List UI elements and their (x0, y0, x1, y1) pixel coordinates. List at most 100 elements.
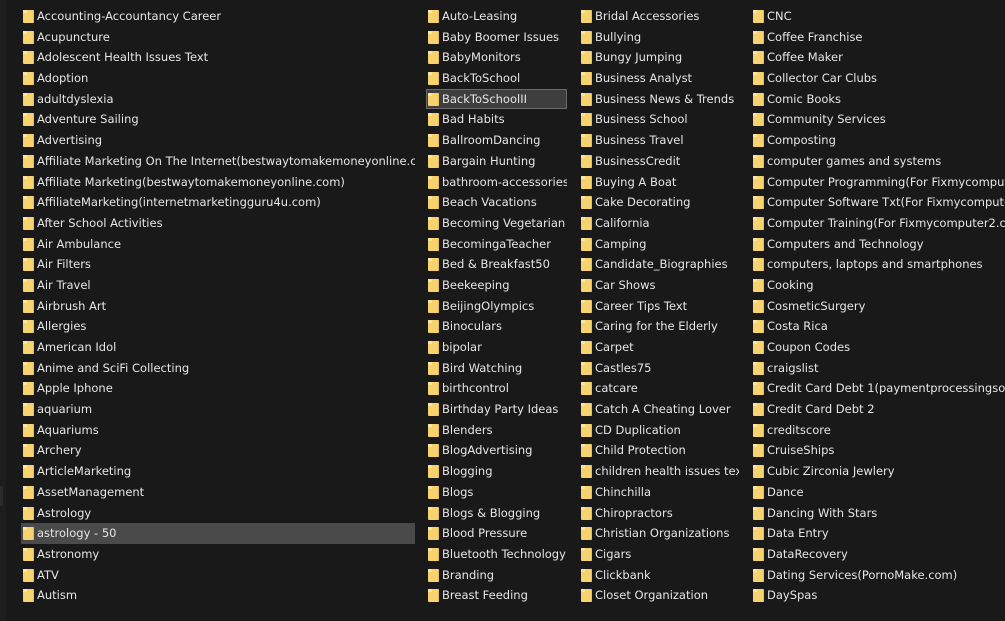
folder-item[interactable]: Caring for the Elderly (579, 316, 739, 337)
folder-item[interactable]: Coffee Maker (751, 47, 1005, 68)
folder-item[interactable]: Astrology (21, 503, 415, 524)
folder-item[interactable]: Computer Training(For Fixmycomputer2.com (751, 213, 1005, 234)
folder-item[interactable]: Cubic Zirconia Jewlery (751, 461, 1005, 482)
folder-item[interactable]: Affiliate Marketing On The Internet(best… (21, 151, 415, 172)
folder-item[interactable]: Bed & Breakfast50 (426, 254, 567, 275)
folder-item[interactable]: Cigars (579, 544, 739, 565)
folder-item[interactable]: Costa Rica (751, 316, 1005, 337)
folder-item[interactable]: bipolar (426, 337, 567, 358)
folder-item[interactable]: BecomingaTeacher (426, 234, 567, 255)
folder-item[interactable]: Beach Vacations (426, 192, 567, 213)
folder-item[interactable]: Chinchilla (579, 482, 739, 503)
folder-item[interactable]: Credit Card Debt 1(paymentprocessingsolu… (751, 378, 1005, 399)
folder-item[interactable]: BusinessCredit (579, 151, 739, 172)
folder-item[interactable]: Buying A Boat (579, 172, 739, 193)
folder-item[interactable]: Business Travel (579, 130, 739, 151)
folder-item[interactable]: BallroomDancing (426, 130, 567, 151)
folder-item[interactable]: Carpet (579, 337, 739, 358)
folder-item[interactable]: Credit Card Debt 2 (751, 399, 1005, 420)
folder-item[interactable]: BabyMonitors (426, 47, 567, 68)
folder-item[interactable]: Bad Habits (426, 109, 567, 130)
folder-item[interactable]: catcare (579, 378, 739, 399)
folder-item[interactable]: Composting (751, 130, 1005, 151)
folder-item[interactable]: Blogging (426, 461, 567, 482)
folder-item[interactable]: birthcontrol (426, 378, 567, 399)
folder-item[interactable]: Castles75 (579, 358, 739, 379)
folder-item[interactable]: Allergies (21, 316, 415, 337)
folder-item[interactable]: Career Tips Text (579, 296, 739, 317)
folder-item[interactable]: Adoption (21, 68, 415, 89)
folder-item[interactable]: Beekeeping (426, 275, 567, 296)
folder-item[interactable]: BackToSchool (426, 68, 567, 89)
folder-item[interactable]: Adolescent Health Issues Text (21, 47, 415, 68)
folder-item[interactable]: Affiliate Marketing(bestwaytomakemoneyon… (21, 172, 415, 193)
folder-item[interactable]: Bullying (579, 27, 739, 48)
folder-item[interactable]: Cooking (751, 275, 1005, 296)
folder-item[interactable]: Birthday Party Ideas (426, 399, 567, 420)
folder-item[interactable]: astrology - 50 (21, 523, 415, 544)
folder-item[interactable]: AffiliateMarketing(internetmarketingguru… (21, 192, 415, 213)
folder-item[interactable]: Cake Decorating (579, 192, 739, 213)
folder-item[interactable]: Community Services (751, 109, 1005, 130)
folder-item[interactable]: Closet Organization (579, 585, 739, 606)
folder-item[interactable]: Catch A Cheating Lover (579, 399, 739, 420)
folder-item[interactable]: CosmeticSurgery (751, 296, 1005, 317)
folder-item[interactable]: Dancing With Stars (751, 503, 1005, 524)
folder-item[interactable]: Airbrush Art (21, 296, 415, 317)
folder-item[interactable]: BackToSchoolII (426, 88, 567, 110)
folder-item[interactable]: Air Filters (21, 254, 415, 275)
folder-item[interactable]: AssetManagement (21, 482, 415, 503)
folder-item[interactable]: Bargain Hunting (426, 151, 567, 172)
pane-resize-handle[interactable] (0, 486, 3, 506)
folder-item[interactable]: adultdyslexia (21, 89, 415, 110)
folder-item[interactable]: Clickbank (579, 565, 739, 586)
folder-item[interactable]: BlogAdvertising (426, 440, 567, 461)
folder-item[interactable]: Business School (579, 109, 739, 130)
folder-item[interactable]: Advertising (21, 130, 415, 151)
folder-item[interactable]: Chiropractors (579, 503, 739, 524)
folder-item[interactable]: CD Duplication (579, 420, 739, 441)
folder-item[interactable]: Astronomy (21, 544, 415, 565)
folder-item[interactable]: Business News & Trends (579, 89, 739, 110)
folder-item[interactable]: Binoculars (426, 316, 567, 337)
folder-item[interactable]: CNC (751, 6, 1005, 27)
folder-item[interactable]: computers, laptops and smartphones (751, 254, 1005, 275)
folder-item[interactable]: Computer Software Txt(For Fixmycomputer2… (751, 192, 1005, 213)
folder-item[interactable]: creditscore (751, 420, 1005, 441)
folder-item[interactable]: Air Ambulance (21, 234, 415, 255)
folder-item[interactable]: Collector Car Clubs (751, 68, 1005, 89)
folder-item[interactable]: Candidate_Biographies (579, 254, 739, 275)
folder-item[interactable]: children health issues text (579, 461, 739, 482)
folder-item[interactable]: Archery (21, 440, 415, 461)
folder-item[interactable]: Computers and Technology (751, 234, 1005, 255)
folder-item[interactable]: American Idol (21, 337, 415, 358)
folder-item[interactable]: craigslist (751, 358, 1005, 379)
folder-item[interactable]: California (579, 213, 739, 234)
folder-item[interactable]: Blood Pressure (426, 523, 567, 544)
folder-item[interactable]: Adventure Sailing (21, 109, 415, 130)
folder-item[interactable]: computer games and systems (751, 151, 1005, 172)
folder-item[interactable]: ArticleMarketing (21, 461, 415, 482)
folder-item[interactable]: Car Shows (579, 275, 739, 296)
folder-item[interactable]: Blogs & Blogging (426, 503, 567, 524)
folder-item[interactable]: Bird Watching (426, 358, 567, 379)
folder-item[interactable]: Bridal Accessories (579, 6, 739, 27)
folder-item[interactable]: Acupuncture (21, 27, 415, 48)
folder-item[interactable]: Baby Boomer Issues (426, 27, 567, 48)
folder-item[interactable]: Blenders (426, 420, 567, 441)
folder-item[interactable]: ATV (21, 565, 415, 586)
folder-item[interactable]: Branding (426, 565, 567, 586)
folder-item[interactable]: Business Analyst (579, 68, 739, 89)
folder-item[interactable]: Anime and SciFi Collecting (21, 358, 415, 379)
folder-item[interactable]: Coupon Codes (751, 337, 1005, 358)
folder-item[interactable]: BeijingOlympics (426, 296, 567, 317)
folder-item[interactable]: DataRecovery (751, 544, 1005, 565)
folder-item[interactable]: Auto-Leasing (426, 6, 567, 27)
folder-item[interactable]: Bluetooth Technology (426, 544, 567, 565)
folder-item[interactable]: CruiseShips (751, 440, 1005, 461)
folder-item[interactable]: Autism (21, 585, 415, 606)
folder-item[interactable]: Comic Books (751, 89, 1005, 110)
folder-item[interactable]: Computer Programming(For Fixmycomputer (751, 172, 1005, 193)
folder-item[interactable]: Child Protection (579, 440, 739, 461)
folder-item[interactable]: Dance (751, 482, 1005, 503)
